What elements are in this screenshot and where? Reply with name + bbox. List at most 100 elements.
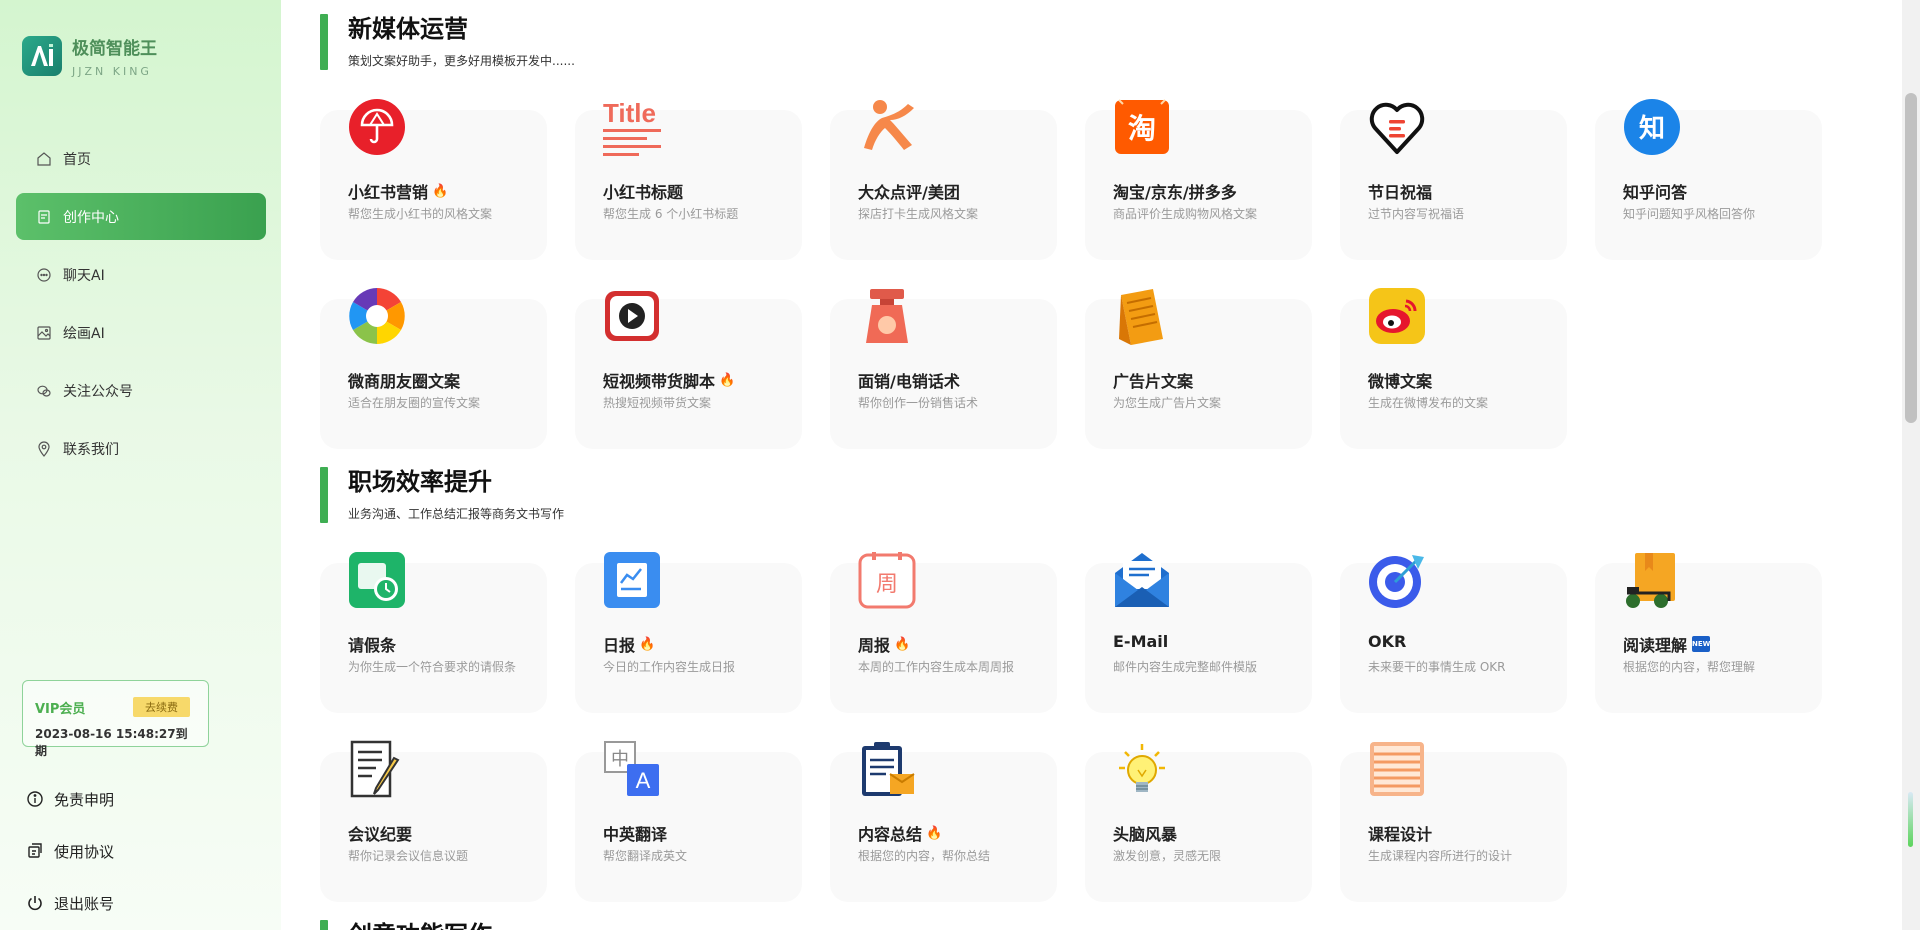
card-festival-greeting[interactable]: 节日祝福 过节内容写祝福语 xyxy=(1340,102,1567,260)
card-brainstorm[interactable]: 头脑风暴 激发创意，灵感无限 xyxy=(1085,744,1312,902)
card-leave-note[interactable]: 请假条 为你生成一个符合要求的请假条 xyxy=(320,552,547,713)
main-nav: 首页 创作中心 聊天AI 绘画AI 关注公众号 联系我们 xyxy=(16,135,266,483)
card-cn-en-translate[interactable]: 中A 中英翻译 帮您翻译成英文 xyxy=(575,741,802,902)
card-desc: 帮您生成小红书的风格文案 xyxy=(348,207,493,221)
card-title: 小红书标题 xyxy=(603,183,684,202)
logout-link[interactable]: 退出账号 xyxy=(26,890,114,916)
card-wechat-moments[interactable]: 微商朋友圈文案 适合在朋友圈的宣传文案 xyxy=(320,288,547,449)
card-title: 面销/电销话术 xyxy=(858,372,960,391)
agreement-link[interactable]: 使用协议 xyxy=(26,838,114,864)
taobao-icon: 淘 xyxy=(1115,99,1169,154)
fire-icon: 🔥 xyxy=(432,183,449,199)
email-icon xyxy=(1115,553,1169,607)
card-desc: 适合在朋友圈的宣传文案 xyxy=(348,396,481,410)
nav-item-home[interactable]: 首页 xyxy=(16,135,266,182)
nav-item-creation-center[interactable]: 创作中心 xyxy=(16,193,266,240)
card-xiaohongshu-marketing[interactable]: 小红书营销 🔥 帮您生成小红书的风格文案 xyxy=(320,99,547,260)
card-desc: 商品评价生成购物风格文案 xyxy=(1113,207,1258,221)
card-email[interactable]: E-Mail 邮件内容生成完整邮件模版 xyxy=(1085,553,1312,713)
new-badge: NEW xyxy=(1692,636,1710,652)
card-title: 微商朋友圈文案 xyxy=(348,372,461,391)
svg-text:淘: 淘 xyxy=(1128,112,1156,145)
card-title: E-Mail xyxy=(1113,632,1169,651)
image-icon xyxy=(37,325,51,340)
power-icon xyxy=(28,896,42,911)
card-title: 节日祝福 xyxy=(1368,183,1433,202)
nav-item-contact[interactable]: 联系我们 xyxy=(16,425,266,472)
card-meeting-notes[interactable]: 会议纪要 帮你记录会议信息议题 xyxy=(320,740,547,902)
card-sales-script[interactable]: 面销/电销话术 帮你创作一份销售话术 xyxy=(830,289,1057,449)
wechat-icon xyxy=(37,385,51,397)
fire-icon: 🔥 xyxy=(926,825,943,841)
card-xiaohongshu-title[interactable]: Title 小红书标题 帮您生成 6 个小红书标题 xyxy=(575,98,802,260)
fire-icon: 🔥 xyxy=(719,372,736,388)
svg-text:A: A xyxy=(636,768,651,793)
leave-calendar-icon xyxy=(349,552,405,608)
card-reading-comprehension[interactable]: 阅读理解 NEW 根据您的内容，帮您理解 xyxy=(1595,553,1822,713)
section-new-media: 新媒体运营 策划文案好助手，更多好用模板开发中...... xyxy=(320,14,575,70)
info-icon xyxy=(27,791,43,807)
logo-icon xyxy=(22,36,62,76)
card-desc: 帮您翻译成英文 xyxy=(603,849,688,863)
card-course-design[interactable]: 课程设计 生成课程内容所进行的设计 xyxy=(1340,742,1567,902)
card-short-video-script[interactable]: 短视频带货脚本 🔥 热搜短视频带货文案 xyxy=(575,291,802,449)
section-title: 创意功能写作 xyxy=(348,920,492,930)
xiaohongshu-icon xyxy=(349,99,405,155)
section-subtitle: 业务沟通、工作总结汇报等商务文书写作 xyxy=(348,507,565,521)
card-desc: 为你生成一个符合要求的请假条 xyxy=(348,660,517,674)
card-title: 内容总结 xyxy=(858,825,923,844)
renew-button[interactable]: 去续费 xyxy=(133,697,190,717)
agreement-label: 使用协议 xyxy=(54,842,115,861)
card-okr[interactable]: OKR 未来要干的事情生成 OKR xyxy=(1340,555,1567,713)
daily-report-icon xyxy=(604,552,660,608)
card-desc: 生成课程内容所进行的设计 xyxy=(1368,849,1513,863)
card-dianping-meituan[interactable]: 大众点评/美团 探店打卡生成风格文案 xyxy=(830,100,1057,260)
heart-icon xyxy=(1369,102,1425,154)
main-content: 新媒体运营 策划文案好助手，更多好用模板开发中...... 职场效率提升 业务沟… xyxy=(281,0,1901,930)
card-desc: 帮你记录会议信息议题 xyxy=(348,849,469,863)
svg-text:Title: Title xyxy=(603,98,656,128)
nav-item-chat-ai[interactable]: 聊天AI xyxy=(16,251,266,298)
card-desc: 邮件内容生成完整邮件模版 xyxy=(1113,660,1258,674)
nav-label: 关注公众号 xyxy=(63,383,133,400)
nav-label: 绘画AI xyxy=(63,325,105,342)
section-title: 职场效率提升 xyxy=(348,468,492,496)
card-title: OKR xyxy=(1368,632,1407,651)
doc-icon xyxy=(38,209,50,224)
card-desc: 今日的工作内容生成日报 xyxy=(603,660,736,674)
card-taobao-jd-pdd[interactable]: 淘 淘宝/京东/拼多多 商品评价生成购物风格文案 xyxy=(1085,99,1312,260)
disclaimer-link[interactable]: 免责申明 xyxy=(26,786,114,812)
svg-text:周: 周 xyxy=(876,572,898,597)
disclaimer-label: 免责申明 xyxy=(54,790,115,809)
card-ad-copy[interactable]: 广告片文案 为您生成广告片文案 xyxy=(1085,289,1312,449)
vip-card: VIP会员 去续费 2023-08-16 15:48:27到期 xyxy=(22,680,209,758)
card-desc: 本周的工作内容生成本周周报 xyxy=(858,660,1015,674)
bulb-icon xyxy=(1119,744,1165,792)
card-weekly-report[interactable]: 周 周报 🔥 本周的工作内容生成本周周报 xyxy=(830,552,1057,713)
meeting-notes-icon xyxy=(350,740,400,798)
card-desc: 帮您生成 6 个小红书标题 xyxy=(603,207,739,221)
scrollbar-thumb[interactable] xyxy=(1905,93,1917,423)
nav-item-wechat[interactable]: 关注公众号 xyxy=(16,367,266,414)
summary-icon xyxy=(862,742,915,796)
ad-icon xyxy=(1119,289,1163,345)
card-weibo-copy[interactable]: 微博文案 生成在微博发布的文案 xyxy=(1340,288,1567,449)
reading-icon xyxy=(1626,553,1675,608)
scale-icon xyxy=(866,289,908,343)
course-icon xyxy=(1370,742,1424,796)
logo[interactable]: 极简智能王 JJZN KING xyxy=(22,34,157,78)
card-zhihu-qa[interactable]: 知 知乎问答 知乎问题知乎风格回答你 xyxy=(1595,99,1822,260)
nav-item-draw-ai[interactable]: 绘画AI xyxy=(16,309,266,356)
card-desc: 根据您的内容，帮您理解 xyxy=(1623,660,1756,674)
card-daily-report[interactable]: 日报 🔥 今日的工作内容生成日报 xyxy=(575,552,802,713)
card-title: 日报 xyxy=(603,636,636,655)
card-title: 淘宝/京东/拼多多 xyxy=(1113,183,1237,202)
card-title: 大众点评/美团 xyxy=(858,183,960,202)
card-desc: 为您生成广告片文案 xyxy=(1113,396,1222,410)
chat-icon xyxy=(37,267,51,282)
card-content-summary[interactable]: 内容总结 🔥 根据您的内容，帮你总结 xyxy=(830,742,1057,902)
vip-label: VIP会员 xyxy=(35,701,86,717)
card-desc: 未来要干的事情生成 OKR xyxy=(1368,660,1506,674)
section-workplace: 职场效率提升 业务沟通、工作总结汇报等商务文书写作 xyxy=(320,467,564,523)
card-title: 课程设计 xyxy=(1368,825,1433,844)
